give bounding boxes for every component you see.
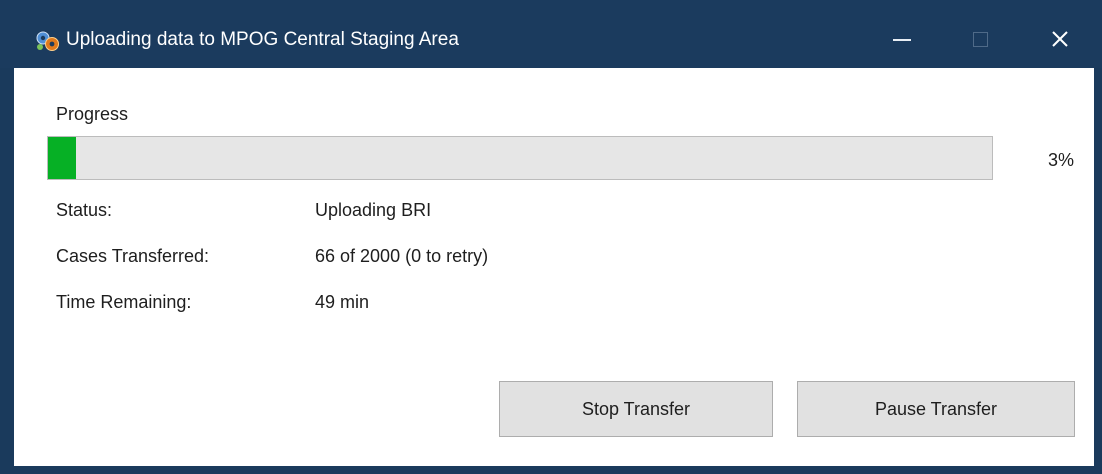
close-icon <box>1052 31 1068 47</box>
gears-globe-icon <box>36 31 59 51</box>
progress-percent: 3% <box>1047 150 1074 170</box>
time-remaining-value: 49 min <box>315 292 370 312</box>
stop-transfer-button[interactable]: Stop Transfer <box>499 381 773 437</box>
cases-transferred-value: 66 of 2000 (0 to retry) <box>315 246 489 266</box>
status-label: Status: <box>56 200 113 220</box>
progress-label: Progress <box>56 104 129 124</box>
progress-bar-fill <box>48 137 77 179</box>
minimize-button[interactable] <box>872 10 932 68</box>
progress-bar <box>47 136 993 180</box>
time-remaining-label: Time Remaining: <box>56 292 192 312</box>
maximize-icon <box>972 31 988 47</box>
pause-transfer-button[interactable]: Pause Transfer <box>797 381 1075 437</box>
minimize-icon <box>893 39 911 41</box>
title-bar[interactable]: Uploading data to MPOG Central Staging A… <box>0 0 1102 68</box>
dialog-body: Progress 3% Status: Uploading BRI Cases … <box>14 68 1094 466</box>
status-value: Uploading BRI <box>315 200 432 220</box>
maximize-button[interactable] <box>950 10 1010 68</box>
close-button[interactable] <box>1030 10 1090 68</box>
cases-transferred-label: Cases Transferred: <box>56 246 210 266</box>
window-title: Uploading data to MPOG Central Staging A… <box>66 29 459 50</box>
upload-window: Uploading data to MPOG Central Staging A… <box>0 0 1102 474</box>
